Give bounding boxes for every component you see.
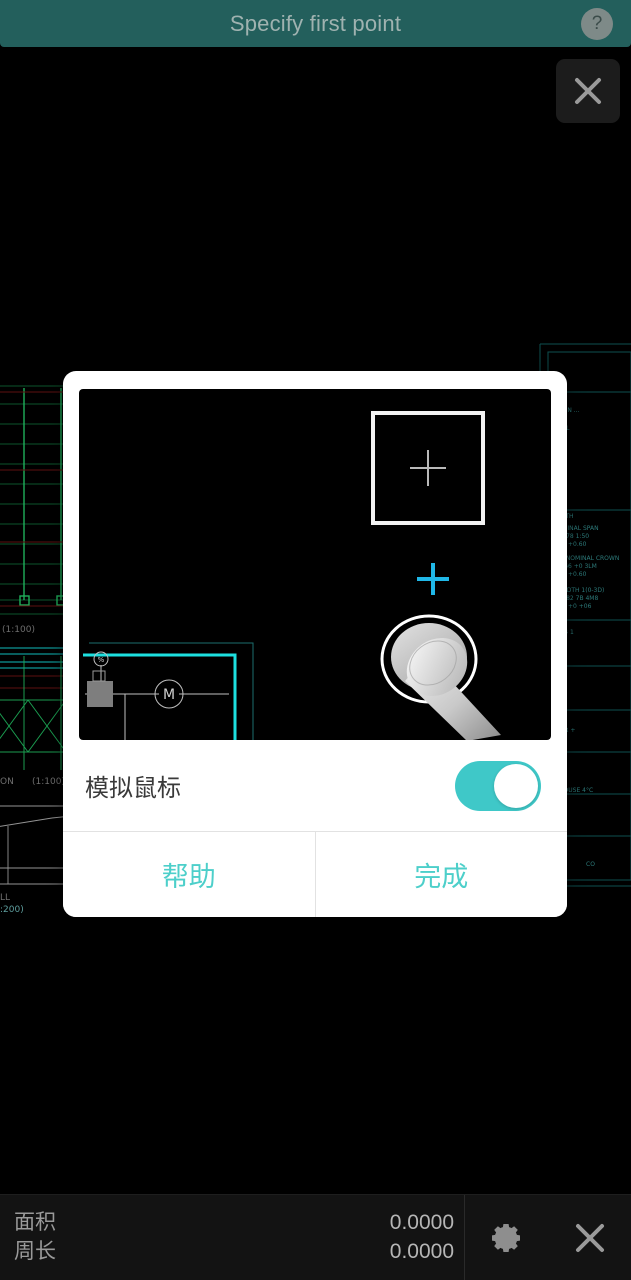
svg-text:CO: CO <box>586 861 595 868</box>
simulate-mouse-dialog: M % 模拟鼠标 帮助 完成 <box>63 371 567 917</box>
simulate-mouse-setting-row[interactable]: 模拟鼠标 <box>63 740 567 832</box>
bottom-action-group <box>465 1195 631 1280</box>
area-label: 面积 <box>14 1211 56 1235</box>
svg-text::200): :200) <box>0 905 24 915</box>
svg-text:ON: ON <box>0 777 14 787</box>
gear-icon <box>491 1223 520 1252</box>
area-value: 0.0000 <box>389 1211 454 1235</box>
magnifier-preview-box <box>371 411 485 525</box>
svg-text:%: % <box>98 656 105 664</box>
cyan-crosshair-cursor-icon <box>417 563 449 595</box>
toggle-knob <box>494 763 538 808</box>
close-icon <box>575 78 601 104</box>
command-prompt-text: Specify first point <box>229 10 402 36</box>
measure-row-perimeter: 周长 0.0000 <box>14 1238 454 1266</box>
illustration-area: M % <box>79 389 551 740</box>
svg-text:LL: LL <box>0 893 10 903</box>
close-icon <box>575 1223 604 1252</box>
simulate-mouse-toggle[interactable] <box>455 760 541 811</box>
bottom-status-bar: 面积 0.0000 周长 0.0000 <box>0 1194 631 1280</box>
help-icon[interactable]: ? <box>581 7 613 40</box>
crosshair-icon <box>410 450 446 486</box>
done-button[interactable]: 完成 <box>315 832 567 917</box>
settings-button[interactable] <box>478 1209 536 1267</box>
help-button[interactable]: 帮助 <box>63 832 316 917</box>
close-button[interactable] <box>561 1209 619 1267</box>
simulate-mouse-label: 模拟鼠标 <box>85 775 181 802</box>
cancel-command-button[interactable] <box>556 59 620 123</box>
perimeter-value: 0.0000 <box>389 1239 454 1263</box>
svg-text:(1:100): (1:100) <box>2 625 35 635</box>
svg-text:(1:100): (1:100) <box>32 777 65 787</box>
top-command-bar: Specify first point ? <box>0 0 631 47</box>
finger-touch-icon <box>380 614 501 740</box>
measure-row-area: 面积 0.0000 <box>14 1209 454 1237</box>
svg-text:M: M <box>163 687 175 703</box>
perimeter-label: 周长 <box>14 1239 56 1263</box>
dialog-button-bar: 帮助 完成 <box>63 832 567 917</box>
measurement-panel: 面积 0.0000 周长 0.0000 <box>0 1195 465 1280</box>
